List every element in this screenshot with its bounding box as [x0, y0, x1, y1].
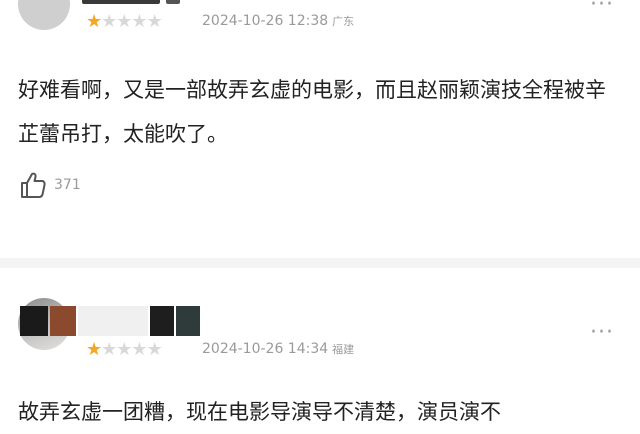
star-empty-icon: ★ [131, 11, 147, 32]
star-empty-icon: ★ [146, 11, 163, 32]
blur-block [82, 0, 160, 4]
review-date: 2024-10-26 12:38 [202, 13, 329, 29]
more-options-icon[interactable]: ··· [590, 0, 614, 16]
star-empty-icon: ★ [116, 11, 132, 32]
star-empty-icon: ★ [101, 11, 117, 32]
blur-block [150, 306, 174, 336]
divider [0, 258, 640, 268]
star-filled-icon: ★ [86, 339, 102, 360]
review-location: 广东 [332, 15, 355, 28]
avatar[interactable] [18, 0, 70, 30]
star-empty-icon: ★ [146, 339, 163, 360]
review-date: 2024-10-26 14:34 [202, 341, 329, 357]
star-filled-icon: ★ [86, 11, 102, 32]
star-empty-icon: ★ [101, 339, 117, 360]
like-button[interactable]: 371 [18, 168, 81, 202]
blur-block [20, 306, 48, 336]
like-count: 371 [54, 177, 81, 193]
star-rating: ★★★★★ [86, 11, 163, 32]
blur-block [78, 306, 148, 336]
star-rating: ★★★★★ [86, 339, 163, 360]
review-meta: 2024-10-26 12:38 广东 [202, 11, 354, 32]
thumbs-up-icon[interactable] [18, 170, 48, 200]
review-meta: 2024-10-26 14:34 福建 [202, 339, 354, 360]
star-empty-icon: ★ [116, 339, 132, 360]
review-location: 福建 [332, 343, 355, 356]
blur-block [50, 306, 76, 336]
review-text: 故弄玄虚一团糟，现在电影导演导不清楚，演员演不 [18, 400, 501, 424]
star-empty-icon: ★ [131, 339, 147, 360]
blur-block [166, 0, 180, 4]
more-options-icon[interactable]: ··· [590, 322, 614, 344]
review-text: 好难看啊，又是一部故弄玄虚的电影，而且赵丽颖演技全程被辛芷蕾吊打，太能吹了。 [18, 78, 606, 146]
blur-block [176, 306, 200, 336]
